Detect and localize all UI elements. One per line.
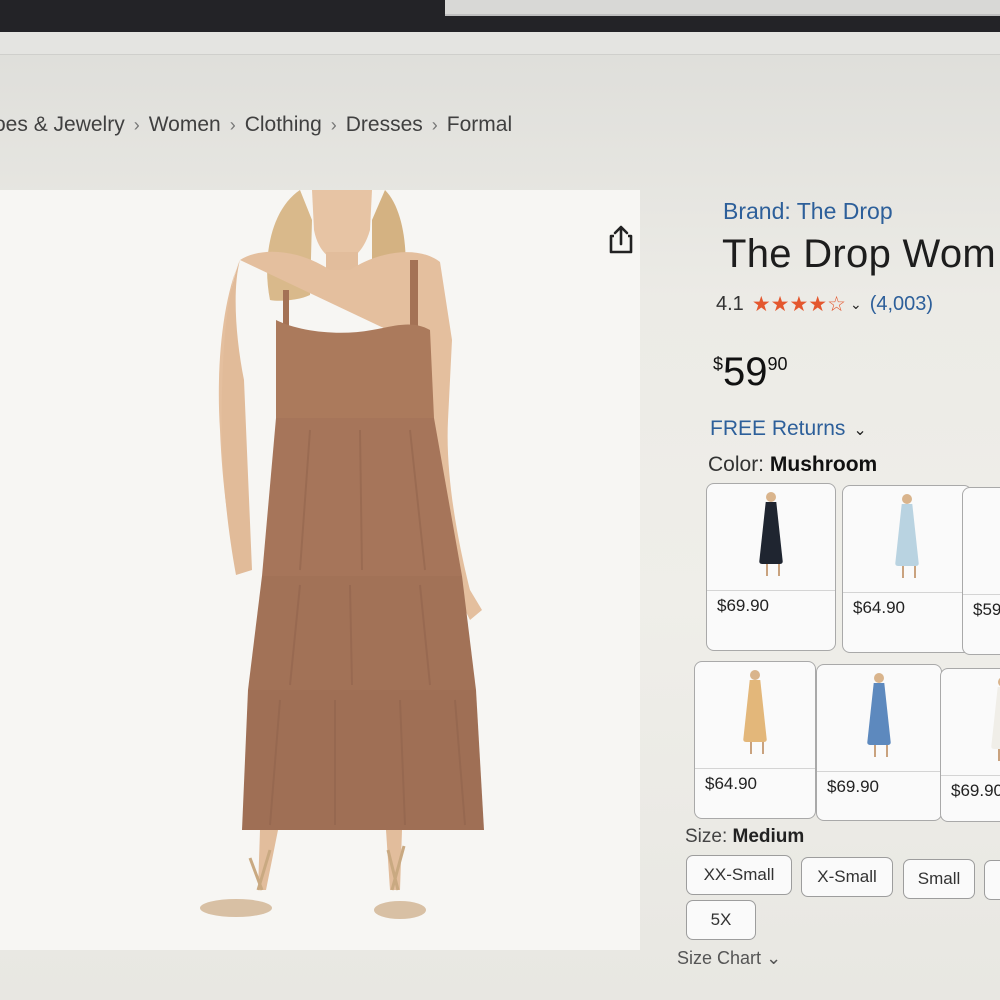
swatch-price: $59 xyxy=(973,600,1000,619)
size-option-small[interactable]: Small xyxy=(903,859,975,899)
swatch-image xyxy=(963,488,1000,595)
model-wearing-dress-image xyxy=(200,190,484,919)
breadcrumb-shoes-jewelry[interactable]: oes & Jewelry xyxy=(0,113,125,137)
swatch-price: $69.90 xyxy=(827,777,879,796)
price-fraction: 90 xyxy=(767,354,788,374)
swatch-image xyxy=(817,665,941,772)
breadcrumb-separator: › xyxy=(229,115,236,135)
swatch-dress-image xyxy=(989,677,1000,761)
swatch-image xyxy=(695,662,815,769)
chevron-down-icon: ⌄ xyxy=(766,948,782,968)
product-title: The Drop Wom xyxy=(722,232,997,276)
color-swatch[interactable]: $59 xyxy=(962,487,1000,655)
price-symbol: $ xyxy=(713,354,724,374)
breadcrumb: oes & Jewelry › Women › Clothing › Dresses › For… xyxy=(0,113,512,137)
background-window xyxy=(445,0,1000,16)
price-whole: 59 xyxy=(723,350,768,394)
color-label: Color: xyxy=(708,453,765,476)
breadcrumb-clothing[interactable]: Clothing xyxy=(245,113,322,137)
swatch-image xyxy=(707,484,835,591)
color-swatch[interactable]: $69.90 xyxy=(706,483,836,651)
star-rating-icons[interactable]: ★★★★☆ xyxy=(752,292,846,317)
swatch-price: $64.90 xyxy=(705,774,757,793)
rating-value: 4.1 xyxy=(716,293,744,315)
swatch-dress-image xyxy=(757,492,785,576)
size-option-x-small[interactable]: X-Small xyxy=(801,857,893,897)
product-price: $5990 xyxy=(713,350,788,395)
size-option-5x[interactable]: 5X xyxy=(686,900,756,940)
browser-screen: oes & Jewelry › Women › Clothing › Dresses › For… xyxy=(0,0,1000,1000)
color-swatch[interactable]: $69.90 xyxy=(816,664,942,821)
swatch-image xyxy=(941,669,1000,776)
product-main-image[interactable] xyxy=(0,190,640,950)
free-returns-label: FREE Returns xyxy=(710,417,846,440)
swatch-dress-image xyxy=(741,670,769,754)
chevron-down-icon[interactable]: ⌄ xyxy=(850,296,862,313)
brand-link[interactable]: Brand: The Drop xyxy=(723,198,893,225)
breadcrumb-formal[interactable]: Formal xyxy=(447,113,512,137)
color-swatch[interactable]: $69.90 xyxy=(940,668,1000,822)
share-icon[interactable] xyxy=(604,222,638,256)
chevron-down-icon: ⌄ xyxy=(853,422,867,439)
rating-row: 4.1 ★★★★☆ ⌄ (4,003) xyxy=(716,292,933,317)
color-swatch[interactable]: $64.90 xyxy=(694,661,816,819)
swatch-dress-image xyxy=(865,673,893,757)
swatch-dress-image xyxy=(893,494,921,578)
breadcrumb-separator: › xyxy=(431,115,438,135)
breadcrumb-dresses[interactable]: Dresses xyxy=(346,113,423,137)
breadcrumb-separator: › xyxy=(330,115,337,135)
size-chart-link[interactable]: Size Chart ⌄ xyxy=(677,948,781,969)
breadcrumb-separator: › xyxy=(133,115,140,135)
size-option-xx-small[interactable]: XX-Small xyxy=(686,855,792,895)
swatch-price: $64.90 xyxy=(853,598,905,617)
color-swatch[interactable]: $64.90 xyxy=(842,485,972,653)
review-count-link[interactable]: (4,003) xyxy=(870,293,933,316)
swatch-price: $69.90 xyxy=(951,781,1000,800)
selected-size-value: Medium xyxy=(732,826,805,847)
swatch-price: $69.90 xyxy=(717,596,769,615)
size-option-next[interactable] xyxy=(984,860,1000,900)
size-label: Size: xyxy=(685,826,728,847)
size-chart-label: Size Chart xyxy=(677,948,762,968)
breadcrumb-women[interactable]: Women xyxy=(149,113,221,137)
selected-color-value: Mushroom xyxy=(769,453,878,476)
size-selection-label: Size: Medium xyxy=(685,826,804,848)
swatch-image xyxy=(843,486,971,593)
free-returns-link[interactable]: FREE Returns ⌄ xyxy=(710,417,867,441)
page-header-strip xyxy=(0,32,1000,55)
color-selection-label: Color: Mushroom xyxy=(708,453,877,477)
